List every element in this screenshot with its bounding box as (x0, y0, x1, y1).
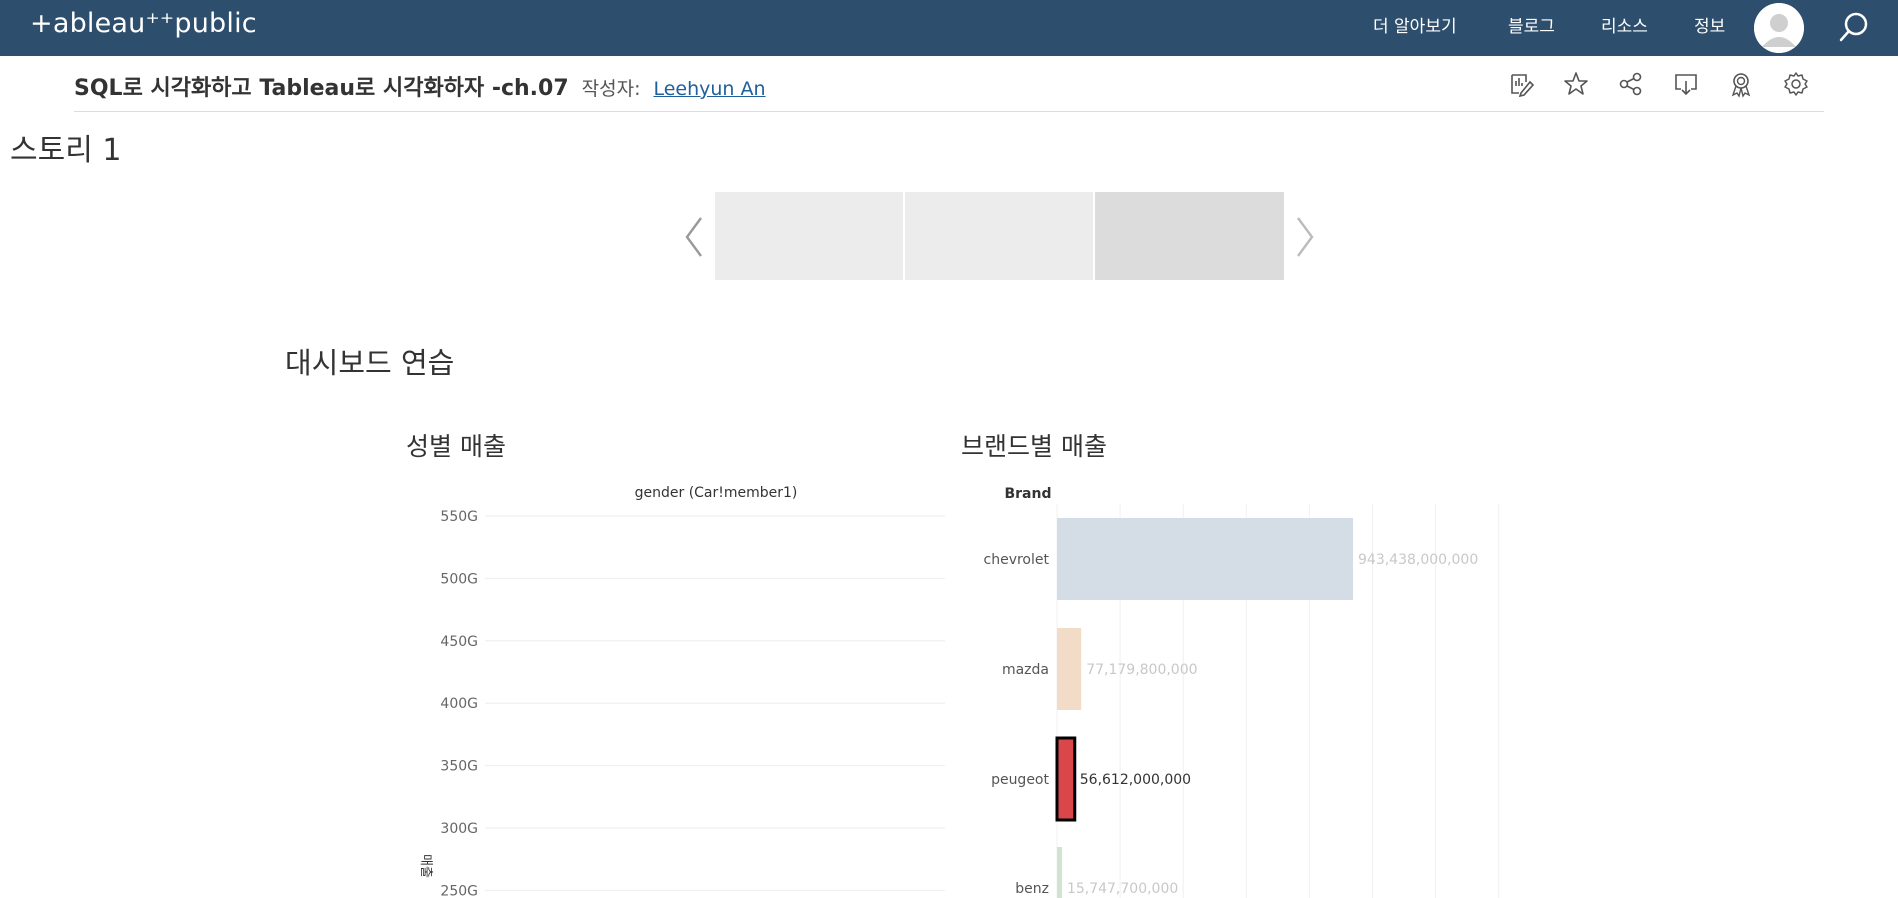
data-label: 943,438,000,000 (1358, 552, 1478, 568)
bar (1057, 518, 1353, 600)
bar (1057, 847, 1062, 898)
y-tick-label: 450G (440, 634, 478, 650)
data-label: 77,179,800,000 (1086, 662, 1197, 678)
brand-label: benz (1015, 881, 1049, 897)
dashboard-charts: 550G 500G 450G 400G 350G 300G 250G gender (Car!… (418, 485, 1500, 898)
y-axis-title: 매출 (418, 854, 433, 878)
bar (1057, 628, 1082, 710)
y-tick-label: 550G (440, 509, 478, 525)
brand-label: chevrolet (984, 552, 1050, 568)
x-axis-title: gender (Car!member1) (635, 485, 798, 501)
y-tick-label: 350G (440, 759, 478, 775)
brand-axis-title: Brand (1004, 486, 1051, 502)
data-label: 56,612,000,000 (1080, 772, 1191, 788)
y-tick-label: 500G (440, 571, 478, 587)
data-label: 15,747,700,000 (1067, 881, 1178, 897)
brand-label: peugeot (991, 772, 1049, 788)
y-tick-label: 250G (440, 883, 478, 898)
y-tick-label: 400G (440, 696, 478, 712)
y-tick-label: 300G (440, 821, 478, 837)
brand-label: mazda (1002, 662, 1049, 678)
bar (1055, 736, 1077, 822)
